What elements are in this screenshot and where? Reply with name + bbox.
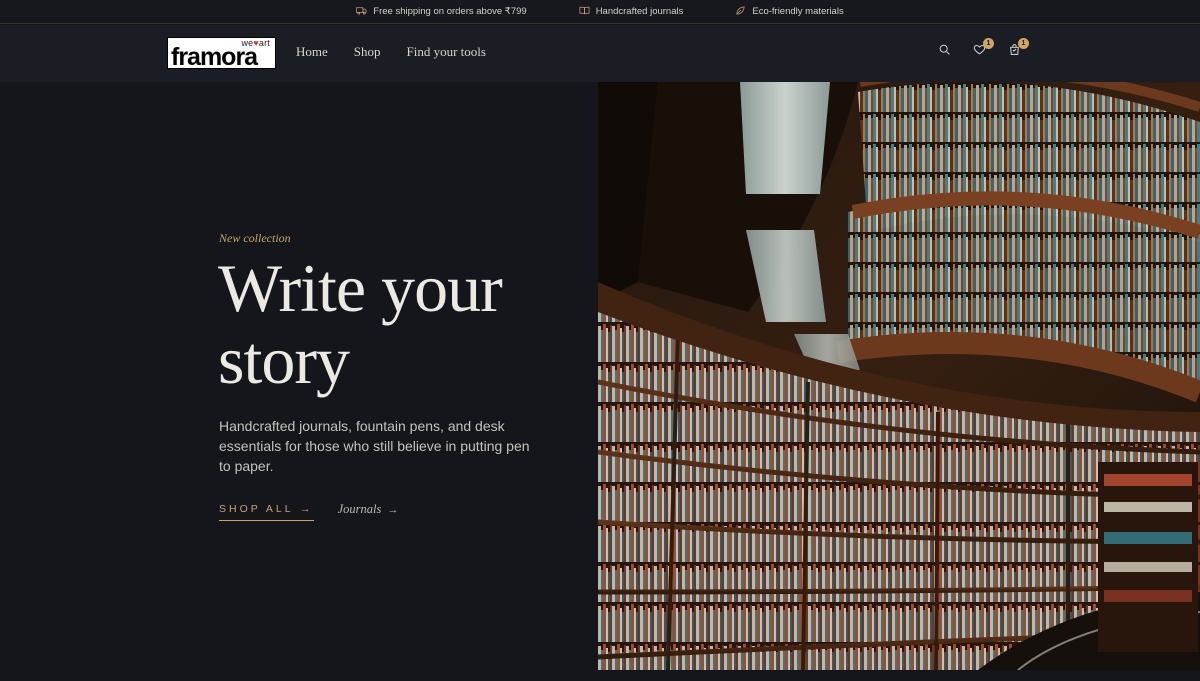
arrow-right-icon: → bbox=[299, 503, 314, 515]
truck-icon bbox=[356, 5, 367, 19]
book-open-icon bbox=[579, 5, 590, 19]
main-nav: Home Shop Find your tools bbox=[296, 44, 486, 60]
arrow-right-icon: → bbox=[387, 503, 399, 516]
leaf-icon bbox=[735, 5, 746, 19]
shop-all-label: SHOP ALL bbox=[219, 503, 294, 515]
hero-content: New collection Write your story Handcraf… bbox=[0, 82, 598, 681]
nav-shop[interactable]: Shop bbox=[354, 44, 381, 60]
hero-headline: Write your story bbox=[218, 250, 503, 398]
announcement-text: Eco-friendly materials bbox=[752, 6, 844, 17]
announcement-journals: Handcrafted journals bbox=[579, 5, 684, 19]
hero-subtext: Handcrafted journals, fountain pens, and… bbox=[219, 418, 530, 474]
wishlist-count-badge: 1 bbox=[983, 38, 994, 49]
announcement-text: Handcrafted journals bbox=[595, 6, 684, 17]
site-header: we♥art framora Home Shop Find your tools… bbox=[0, 25, 1200, 82]
nav-find-your-tools[interactable]: Find your tools bbox=[407, 44, 486, 60]
announcement-text: Free shipping on orders above ₹799 bbox=[373, 6, 527, 17]
announcement-bar: Free shipping on orders above ₹799 Handc… bbox=[0, 0, 1200, 24]
journals-link[interactable]: Journals → bbox=[338, 502, 399, 522]
page: Free shipping on orders above ₹799 Handc… bbox=[0, 0, 1200, 681]
cart-count-badge: 1 bbox=[1018, 38, 1029, 49]
journals-label: Journals bbox=[337, 502, 382, 516]
header-actions: 1 1 bbox=[936, 38, 1029, 60]
hero-image-library bbox=[598, 82, 1200, 670]
shop-all-button[interactable]: SHOP ALL → bbox=[219, 503, 314, 521]
wishlist-button[interactable]: 1 bbox=[971, 38, 994, 60]
search-button[interactable] bbox=[936, 43, 953, 60]
hero-eyebrow: New collection bbox=[219, 231, 291, 245]
hero-cta-row: SHOP ALL → Journals → bbox=[219, 502, 398, 522]
logo-wordmark: framora bbox=[171, 43, 258, 69]
nav-home[interactable]: Home bbox=[296, 44, 328, 60]
library-illustration bbox=[598, 82, 1200, 670]
search-icon bbox=[938, 43, 951, 61]
announcement-shipping: Free shipping on orders above ₹799 bbox=[356, 5, 527, 19]
cart-button[interactable]: 1 bbox=[1006, 38, 1029, 60]
hero-bottom-strip bbox=[0, 670, 1200, 681]
announcement-eco: Eco-friendly materials bbox=[735, 5, 844, 19]
site-logo[interactable]: we♥art framora bbox=[167, 37, 276, 69]
